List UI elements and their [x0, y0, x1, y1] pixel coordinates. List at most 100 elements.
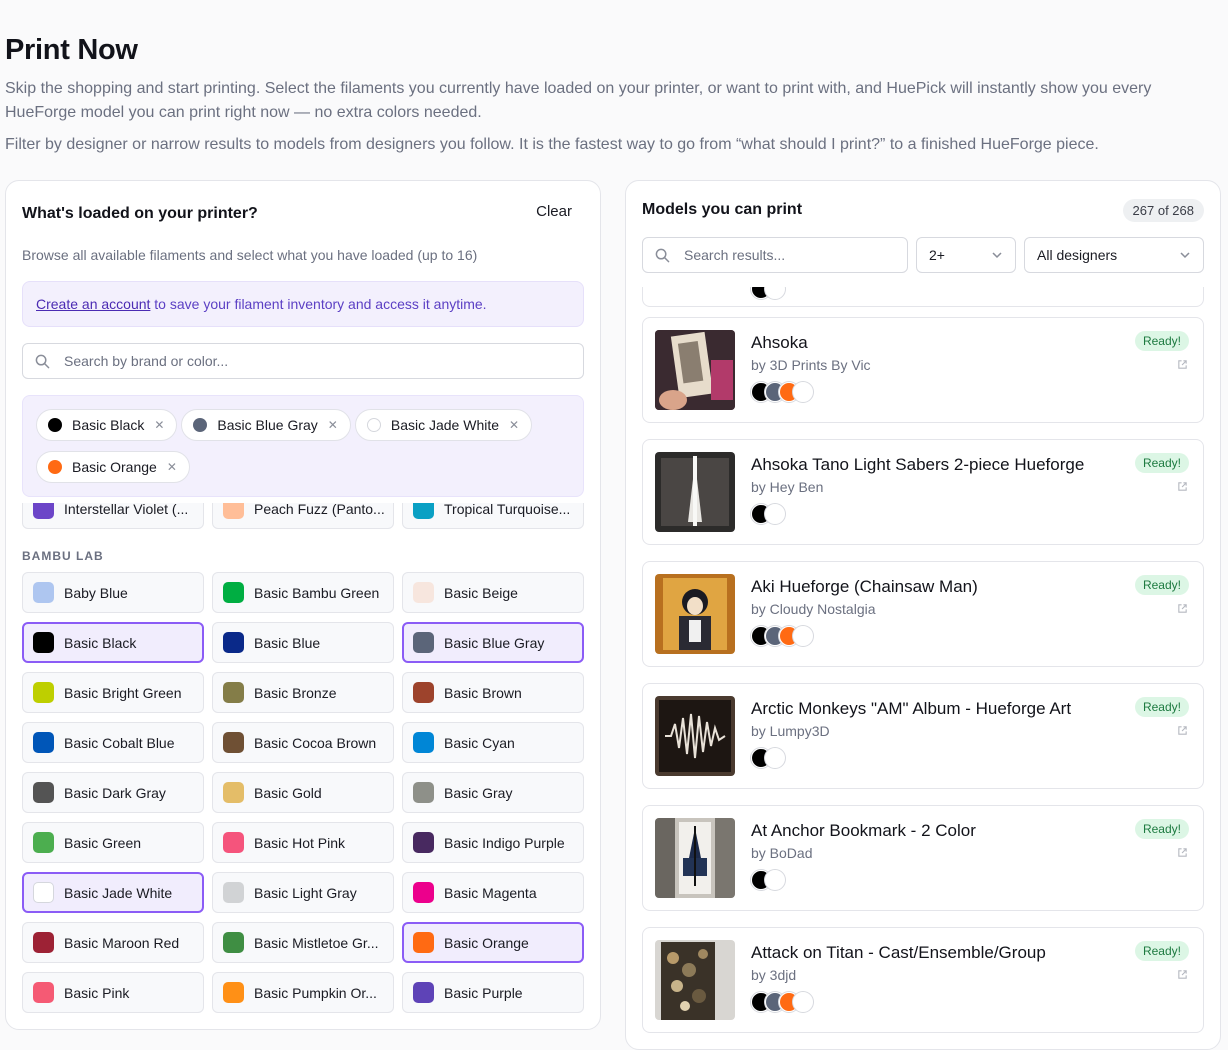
filament-option[interactable]: Basic Cyan [402, 722, 584, 763]
external-link-icon[interactable] [1177, 479, 1188, 497]
model-colors [751, 870, 785, 890]
color-swatch [413, 882, 434, 903]
model-card[interactable]: Ahsoka Tano Light Sabers 2-piece Hueforg… [642, 439, 1204, 545]
model-card[interactable]: Arctic Monkeys "AM" Album - Hueforge Art… [642, 683, 1204, 789]
chip-label: Basic Jade White [390, 417, 500, 433]
filament-label: Basic Cyan [444, 734, 515, 751]
ready-badge: Ready! [1134, 941, 1189, 961]
filament-option[interactable]: Basic Bronze [212, 672, 394, 713]
selected-filament-chip[interactable]: Basic Orange ✕ [36, 451, 190, 483]
clear-button[interactable]: Clear [536, 203, 572, 220]
external-link-icon[interactable] [1177, 601, 1188, 619]
filament-option[interactable]: Basic Blue Gray [402, 622, 584, 663]
remove-icon[interactable]: ✕ [167, 460, 177, 474]
color-count-select[interactable]: 2+ [916, 237, 1016, 273]
model-name[interactable]: At Anchor Bookmark - 2 Color [751, 821, 976, 841]
filament-option[interactable]: Basic Cocoa Brown [212, 722, 394, 763]
filament-option[interactable]: Peach Fuzz (Panto... [212, 503, 394, 529]
filament-label: Tropical Turquoise... [444, 503, 571, 517]
filament-option[interactable]: Basic Magenta [402, 872, 584, 913]
model-name[interactable]: Attack on Titan - Cast/Ensemble/Group [751, 943, 1046, 963]
selected-filaments: Basic Black ✕ Basic Blue Gray ✕ Basic Jade W… [22, 395, 584, 497]
models-panel: Models you can print 267 of 268 Search r… [625, 180, 1221, 1050]
filament-option[interactable]: Tropical Turquoise... [402, 503, 584, 529]
designer-select[interactable]: All designers [1024, 237, 1204, 273]
filament-option[interactable]: Basic Hot Pink [212, 822, 394, 863]
external-link-icon[interactable] [1177, 357, 1188, 375]
filament-option[interactable]: Basic Orange [402, 922, 584, 963]
filament-option[interactable]: Basic Indigo Purple [402, 822, 584, 863]
color-dot [765, 504, 785, 524]
selected-filament-chip[interactable]: Basic Black ✕ [36, 409, 178, 441]
color-swatch [223, 782, 244, 803]
filament-option[interactable]: Basic Brown [402, 672, 584, 713]
color-swatch [413, 832, 434, 853]
filament-option[interactable]: Basic Beige [402, 572, 584, 613]
filament-option[interactable]: Basic Jade White [22, 872, 204, 913]
filament-option[interactable]: Basic Mistletoe Gr... [212, 922, 394, 963]
filament-option[interactable]: Basic Dark Gray [22, 772, 204, 813]
external-link-icon[interactable] [1177, 967, 1188, 985]
external-link-icon[interactable] [1177, 845, 1188, 863]
model-card[interactable]: Aki Hueforge (Chainsaw Man) by Cloudy Nos… [642, 561, 1204, 667]
model-name[interactable]: Arctic Monkeys "AM" Album - Hueforge Art [751, 699, 1071, 719]
color-swatch [193, 418, 208, 432]
color-swatch [33, 932, 54, 953]
filament-option[interactable]: Basic Light Gray [212, 872, 394, 913]
model-card[interactable]: At Anchor Bookmark - 2 Color by BoDad Read… [642, 805, 1204, 911]
chip-label: Basic Blue Gray [217, 417, 318, 433]
ready-badge: Ready! [1134, 331, 1189, 351]
model-colors [751, 504, 785, 524]
filament-label: Basic Cobalt Blue [64, 734, 175, 751]
filament-option[interactable]: Basic Purple [402, 972, 584, 1013]
search-icon [35, 354, 50, 368]
color-swatch [33, 982, 54, 1003]
filament-option[interactable]: Basic Cobalt Blue [22, 722, 204, 763]
create-account-link[interactable]: Create an account [36, 296, 150, 312]
model-thumbnail [655, 940, 735, 1020]
filament-option[interactable]: Basic Pink [22, 972, 204, 1013]
filament-option[interactable]: Basic Bright Green [22, 672, 204, 713]
filament-option[interactable]: Basic Bambu Green [212, 572, 394, 613]
remove-icon[interactable]: ✕ [328, 418, 338, 432]
color-swatch [413, 503, 434, 519]
color-swatch [413, 582, 434, 603]
filament-search-input[interactable]: Search by brand or color... [22, 343, 584, 379]
color-swatch [33, 832, 54, 853]
filament-label: Basic Cocoa Brown [254, 734, 377, 751]
model-card[interactable]: Ahsoka by 3D Prints By Vic Ready! [642, 317, 1204, 423]
filament-option[interactable]: Basic Green [22, 822, 204, 863]
color-swatch [223, 932, 244, 953]
selected-filament-chip[interactable]: Basic Blue Gray ✕ [181, 409, 351, 441]
external-link-icon[interactable] [1177, 723, 1188, 741]
remove-icon[interactable]: ✕ [154, 418, 164, 432]
selected-filament-chip[interactable]: Basic Jade White ✕ [354, 409, 533, 441]
model-designer: by Cloudy Nostalgia [751, 601, 876, 617]
model-name[interactable]: Ahsoka Tano Light Sabers 2-piece Hueforg… [751, 455, 1084, 475]
model-name[interactable]: Ahsoka [751, 333, 808, 353]
filament-panel-subtitle: Browse all available filaments and selec… [22, 247, 478, 263]
filament-option[interactable]: Interstellar Violet (... [22, 503, 204, 529]
color-swatch [223, 832, 244, 853]
filament-option[interactable]: Basic Blue [212, 622, 394, 663]
filament-option[interactable]: Basic Gold [212, 772, 394, 813]
color-count-value: 2+ [929, 247, 945, 263]
color-dot [765, 748, 785, 768]
color-swatch [413, 932, 434, 953]
ready-badge: Ready! [1134, 819, 1189, 839]
filament-option[interactable]: Baby Blue [22, 572, 204, 613]
filament-label: Basic Gold [254, 784, 322, 801]
filament-option[interactable]: Basic Pumpkin Or... [212, 972, 394, 1013]
model-card-partial[interactable] [642, 287, 1204, 307]
model-card[interactable]: Attack on Titan - Cast/Ensemble/Group by … [642, 927, 1204, 1033]
model-name[interactable]: Aki Hueforge (Chainsaw Man) [751, 577, 978, 597]
remove-icon[interactable]: ✕ [509, 418, 519, 432]
filament-label: Basic Jade White [64, 884, 173, 901]
filament-option[interactable]: Basic Gray [402, 772, 584, 813]
designer-value: All designers [1037, 247, 1118, 263]
filament-option[interactable]: Basic Maroon Red [22, 922, 204, 963]
filament-label: Basic Blue Gray [444, 634, 545, 651]
filament-option[interactable]: Basic Black [22, 622, 204, 663]
results-search-input[interactable]: Search results... [642, 237, 908, 273]
filament-label: Basic Mistletoe Gr... [254, 934, 379, 951]
